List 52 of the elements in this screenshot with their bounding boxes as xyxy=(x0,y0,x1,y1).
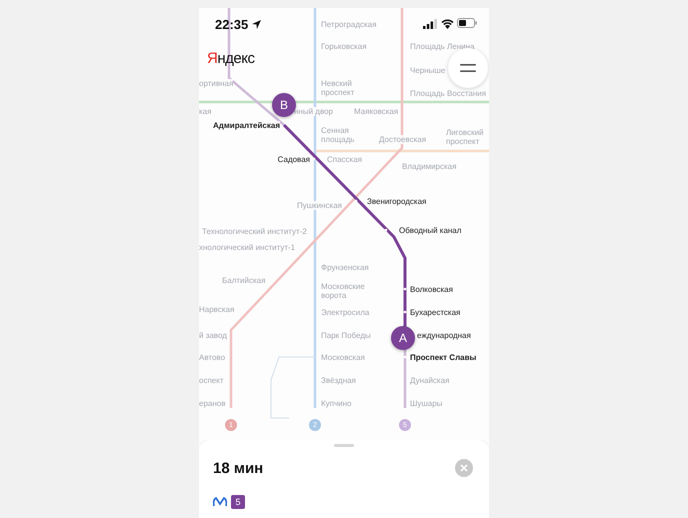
station-label: ортивная xyxy=(199,78,234,88)
station-label: нный двор xyxy=(294,106,334,116)
station-label: Московская xyxy=(321,352,365,362)
station-label: Дунайская xyxy=(410,376,450,384)
station-label: Электросила xyxy=(321,308,370,316)
station-label: Петроградская xyxy=(321,20,376,28)
station-label: Обводный канал xyxy=(399,226,462,234)
station-label: еранов xyxy=(199,398,226,408)
station-label: Площадь Ленина xyxy=(410,42,474,50)
station-label: Звенигородская xyxy=(367,196,426,206)
status-time: 22:35 xyxy=(215,17,248,32)
menu-button[interactable] xyxy=(448,48,488,88)
station-label: Спасская xyxy=(327,154,362,164)
station-label: Садовая xyxy=(278,154,310,164)
station-label: Проспект Славы xyxy=(410,352,476,362)
station-label: Технологический институт-2 xyxy=(202,226,307,236)
route-point-marker: A xyxy=(391,326,415,350)
signal-icon xyxy=(423,19,437,29)
menu-icon xyxy=(460,64,476,72)
station-label: Площадь Восстания xyxy=(410,88,486,98)
station-label: еждународная xyxy=(417,330,471,340)
route-point-marker: B xyxy=(272,93,296,117)
station-label: Нарвская xyxy=(199,304,234,314)
wifi-icon xyxy=(441,18,454,29)
station-label: Автово xyxy=(199,352,226,362)
station-label: Черныше xyxy=(410,66,446,74)
station-label: Шушары xyxy=(410,398,442,408)
station-label: кая xyxy=(199,106,212,116)
station-label: й завод xyxy=(199,330,227,340)
route-duration: 18 мин xyxy=(213,460,264,476)
station-label: Владимирская xyxy=(402,162,456,170)
station-label: Купчино xyxy=(321,398,352,408)
close-icon xyxy=(460,464,468,472)
line-number-badge: 5 xyxy=(231,495,245,509)
station-label: хнологический институт-1 xyxy=(199,242,296,252)
station-label: Пушкинская xyxy=(297,200,342,210)
station-label: Звёздная xyxy=(321,376,356,384)
station-label: оспект xyxy=(199,376,224,384)
yandex-logo: Яндекс xyxy=(207,50,254,67)
station-label: Лиговский проспект xyxy=(446,128,486,146)
metro-icon xyxy=(213,497,227,507)
battery-icon xyxy=(457,18,477,28)
location-arrow-icon xyxy=(252,20,261,29)
station-label: Маяковская xyxy=(354,106,398,116)
station-label: Достоевская xyxy=(379,134,426,144)
station-label: Горьковская xyxy=(321,42,367,50)
station-label: Парк Победы xyxy=(321,330,371,340)
station-label: Адмиралтейская xyxy=(213,120,280,130)
station-label: Бухарестская xyxy=(410,308,460,316)
station-label: Фрунзенская xyxy=(321,262,369,272)
station-label: Волковская xyxy=(410,284,453,294)
station-label: Балтийская xyxy=(222,276,266,284)
